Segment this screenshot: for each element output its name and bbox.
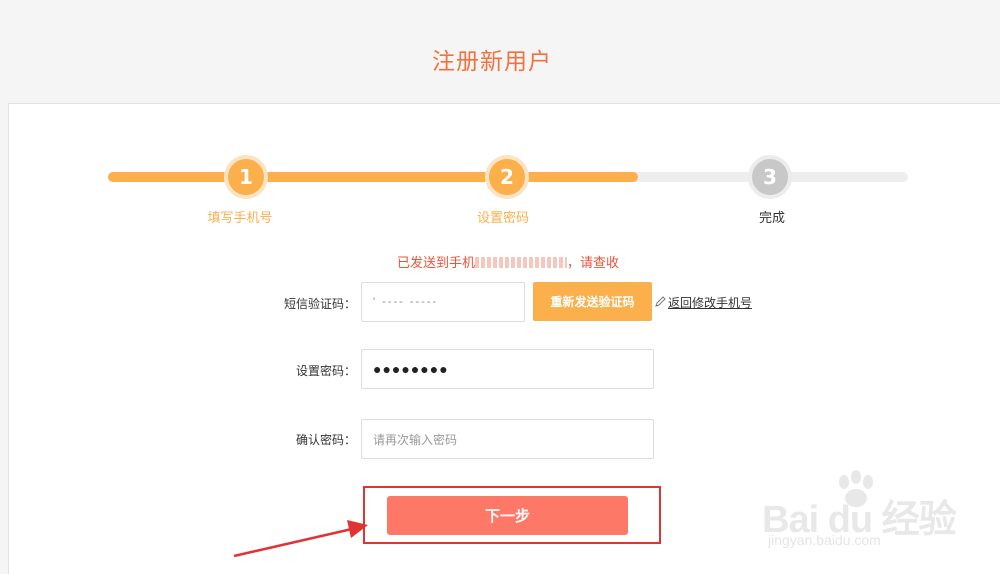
baidu-jingyan-watermark: Bai du 经验 jingyan.baidu.com (762, 470, 992, 560)
watermark-url: jingyan.baidu.com (768, 532, 881, 548)
